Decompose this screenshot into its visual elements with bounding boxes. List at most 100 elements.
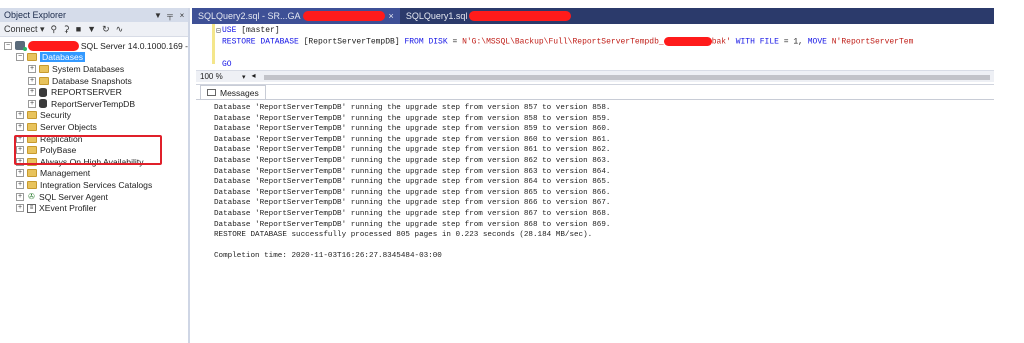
string-literal: bak': [711, 37, 731, 47]
expand-icon[interactable]: +: [16, 111, 24, 120]
object-explorer-title: Object Explorer: [4, 10, 67, 20]
message-line: Database 'ReportServerTempDB' running th…: [214, 156, 611, 165]
expand-icon[interactable]: +: [28, 76, 36, 85]
expand-icon[interactable]: +: [16, 169, 24, 178]
stop-icon[interactable]: ■: [76, 24, 81, 34]
tree-item-management[interactable]: + Management: [0, 168, 188, 180]
tree-item-label: Databases: [40, 52, 86, 63]
tree-item-xevent-profiler[interactable]: + ≡ XEvent Profiler: [0, 202, 188, 214]
expand-icon[interactable]: +: [16, 204, 24, 213]
completion-time: Completion time: 2020-11-03T16:26:27.834…: [214, 251, 442, 260]
folder-icon: [39, 76, 49, 85]
tree-item-database-snapshots[interactable]: + Database Snapshots: [0, 75, 188, 87]
collapse-icon[interactable]: ⊟: [216, 26, 221, 36]
highlight-box: [14, 135, 162, 165]
tree-item-label: Security: [40, 110, 72, 121]
chevron-down-icon[interactable]: ▾: [242, 73, 246, 81]
tree-item-label: XEvent Profiler: [39, 203, 97, 214]
refresh-icon[interactable]: ↻: [102, 24, 110, 35]
close-icon[interactable]: ×: [389, 11, 394, 21]
messages-icon: [207, 89, 216, 96]
editor-line-1: USE [master]: [222, 26, 280, 35]
tab-sqlquery2[interactable]: SQLQuery2.sql - SR...GA ×: [192, 8, 400, 24]
collapse-icon[interactable]: −: [4, 41, 12, 50]
redaction-bar: [28, 40, 79, 51]
folder-icon: [27, 122, 37, 131]
tree-item-databases[interactable]: − Databases: [0, 52, 188, 64]
message-line: Database 'ReportServerTempDB' running th…: [214, 209, 611, 218]
tree-item-label: System Databases: [52, 63, 125, 74]
tree-item-sql-server-agent[interactable]: + ✇ SQL Server Agent: [0, 191, 188, 203]
agent-icon: ✇: [28, 192, 35, 202]
tree-item-label: REPORTSERVER: [51, 87, 122, 98]
disconnect-icon[interactable]: ⚳: [63, 24, 70, 35]
tree-item-system-databases[interactable]: + System Databases: [0, 63, 188, 75]
object-explorer-titlebar: Object Explorer ▼ ╤ ×: [0, 8, 188, 22]
folder-icon: [27, 111, 37, 120]
message-line: Database 'ReportServerTempDB' running th…: [214, 125, 611, 134]
message-line: Database 'ReportServerTempDB' running th…: [214, 167, 611, 176]
editor-line-3: GO: [222, 60, 232, 69]
code-text: [master]: [236, 26, 280, 35]
tree-item-label: Management: [40, 168, 91, 179]
tree-item-server-objects[interactable]: + Server Objects: [0, 121, 188, 133]
redaction-bar: [663, 37, 712, 46]
folder-icon: [39, 64, 49, 73]
dropdown-pin-icon[interactable]: ▼: [152, 11, 164, 20]
zoom-select[interactable]: 100 %: [196, 72, 242, 81]
code-text: [ReportServerTempDB]: [298, 37, 405, 47]
expand-icon[interactable]: +: [16, 192, 24, 201]
keyword: RESTORE DATABASE: [222, 37, 299, 47]
tree-item-security[interactable]: + Security: [0, 110, 188, 122]
message-line: Database 'ReportServerTempDB' running th…: [214, 178, 611, 187]
keyword: WITH: [730, 37, 755, 47]
message-line: Database 'ReportServerTempDB' running th…: [214, 114, 611, 123]
tab-sqlquery1[interactable]: SQLQuery1.sql: [400, 8, 578, 24]
folder-icon: [27, 180, 37, 189]
expand-icon[interactable]: +: [16, 122, 24, 131]
query-editor[interactable]: ⊟ USE [master] RESTORE DATABASE [ReportS…: [196, 24, 994, 70]
tree-item-reportserver[interactable]: + REPORTSERVER: [0, 86, 188, 98]
tab-label: SQLQuery2.sql - SR...GA: [198, 11, 301, 21]
keyword: DISK: [428, 37, 448, 47]
keyword: FILE: [759, 37, 779, 47]
keyword: USE: [222, 26, 237, 35]
connect-button[interactable]: Connect ▾: [4, 24, 45, 35]
close-icon[interactable]: ×: [176, 11, 188, 20]
expand-icon[interactable]: +: [28, 99, 36, 108]
keyword: MOVE: [807, 37, 827, 47]
tree-item-label: SQL Server Agent: [39, 191, 108, 202]
profiler-icon: ≡: [27, 203, 36, 213]
expand-icon[interactable]: +: [16, 180, 24, 189]
auto-hide-pin-icon[interactable]: ╤: [164, 11, 176, 20]
tab-messages[interactable]: Messages: [200, 85, 266, 99]
horizontal-scrollbar[interactable]: ◂: [250, 71, 994, 81]
server-node[interactable]: − SQL Server 14.0.1000.169 -: [0, 40, 188, 52]
tree-item-label: Server Objects: [40, 121, 97, 132]
string-literal: N'G:\MSSQL\Backup\Full\ReportServerTempd…: [462, 37, 664, 47]
object-explorer-panel: Object Explorer ▼ ╤ × Connect ▾ ⚲ ⚳ ■ ▼ …: [0, 8, 190, 343]
filter-icon[interactable]: ▼: [87, 24, 96, 34]
redaction-bar: [469, 11, 572, 21]
scrollbar-thumb[interactable]: [263, 74, 990, 80]
activity-icon[interactable]: ∿: [116, 24, 124, 35]
object-explorer-toolbar: Connect ▾ ⚲ ⚳ ■ ▼ ↻ ∿: [0, 22, 188, 37]
object-explorer-tree: − SQL Server 14.0.1000.169 - − Databases…: [0, 37, 188, 214]
messages-output[interactable]: Database 'ReportServerTempDB' running th…: [196, 100, 994, 262]
editor-line-2: RESTORE DATABASE [ReportServerTempDB] FR…: [222, 37, 913, 47]
scroll-left-icon[interactable]: ◂: [252, 71, 256, 80]
expand-icon[interactable]: +: [28, 88, 36, 97]
message-line: Database 'ReportServerTempDB' running th…: [214, 146, 611, 155]
connect-icon[interactable]: ⚲: [51, 24, 58, 35]
collapse-icon[interactable]: −: [16, 53, 24, 62]
message-line: Database 'ReportServerTempDB' running th…: [214, 135, 611, 144]
editor-status-strip: 100 % ▾ ◂: [196, 70, 994, 82]
tree-item-reportservertempdb[interactable]: + ReportServerTempDB: [0, 98, 188, 110]
results-tab-strip: Messages: [196, 85, 994, 100]
expand-icon[interactable]: +: [28, 64, 36, 73]
message-line: Database 'ReportServerTempDB' running th…: [214, 199, 611, 208]
tree-item-integration-services[interactable]: + Integration Services Catalogs: [0, 179, 188, 191]
code-text: = 1,: [778, 37, 808, 47]
change-margin: [212, 24, 215, 64]
